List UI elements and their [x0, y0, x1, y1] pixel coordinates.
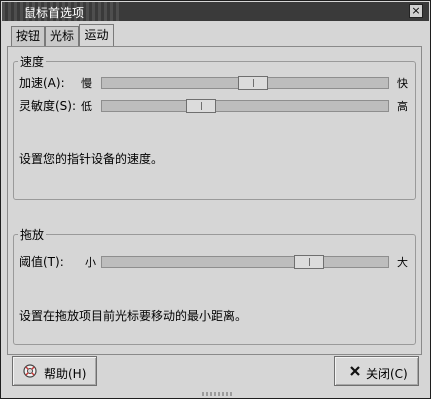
acceleration-slider-thumb[interactable] — [238, 76, 268, 90]
sensitivity-slider-thumb[interactable] — [186, 99, 216, 113]
sensitivity-max-label: 高 — [397, 100, 408, 113]
help-icon — [23, 364, 37, 378]
sensitivity-min-label: 低 — [81, 100, 92, 113]
close-button[interactable]: 关闭(C) — [334, 356, 419, 386]
threshold-slider[interactable] — [101, 255, 389, 269]
speed-description: 设置您的指针设备的速度。 — [19, 152, 164, 166]
speed-frame: 速度 加速(A): 慢 快 灵敏度(S): 低 高 设置您的指针设备的速度。 — [13, 53, 416, 200]
drag-frame: 拖放 阈值(T): 小 大 设置在拖放项目前光标要移动的最小距离。 — [13, 226, 416, 345]
window-close-button[interactable]: × — [409, 4, 423, 18]
help-button[interactable]: 帮助(H) — [12, 356, 97, 386]
tab-panel-motion: 速度 加速(A): 慢 快 灵敏度(S): 低 高 设置您的指针设备的速度。 拖… — [7, 46, 422, 355]
acceleration-slider[interactable] — [101, 76, 389, 90]
threshold-min-label: 小 — [85, 256, 96, 269]
close-icon: × — [411, 4, 421, 17]
resize-grip[interactable] — [202, 392, 232, 396]
tab-label: 光标 — [49, 29, 74, 43]
tab-pointer[interactable]: 光标 — [45, 26, 79, 46]
window-title: 鼠标首选项 — [24, 6, 85, 20]
acceleration-min-label: 慢 — [81, 77, 92, 90]
acceleration-max-label: 快 — [397, 77, 408, 90]
drag-frame-title: 拖放 — [18, 226, 47, 243]
mouse-preferences-window: 鼠标首选项 × 按钮 光标 运动 速度 加速(A): 慢 快 灵敏度(S): 低… — [0, 0, 431, 399]
sensitivity-slider[interactable] — [101, 99, 389, 113]
tab-buttons[interactable]: 按钮 — [11, 26, 45, 46]
threshold-slider-thumb[interactable] — [294, 255, 324, 269]
tab-label: 运动 — [84, 28, 109, 42]
tab-motion[interactable]: 运动 — [79, 24, 114, 46]
sensitivity-label: 灵敏度(S): — [19, 99, 77, 113]
title-bar[interactable]: 鼠标首选项 × — [2, 2, 429, 21]
threshold-max-label: 大 — [397, 256, 408, 269]
help-button-label: 帮助(H) — [44, 367, 87, 381]
acceleration-label: 加速(A): — [19, 76, 65, 90]
speed-frame-title: 速度 — [18, 53, 47, 70]
close-icon — [348, 364, 362, 378]
drag-description: 设置在拖放项目前光标要移动的最小距离。 — [19, 309, 248, 323]
threshold-label: 阈值(T): — [19, 255, 64, 269]
window-content: 按钮 光标 运动 速度 加速(A): 慢 快 灵敏度(S): 低 高 设置您的指… — [2, 21, 429, 397]
close-button-label: 关闭(C) — [366, 367, 408, 381]
tab-label: 按钮 — [15, 29, 40, 43]
